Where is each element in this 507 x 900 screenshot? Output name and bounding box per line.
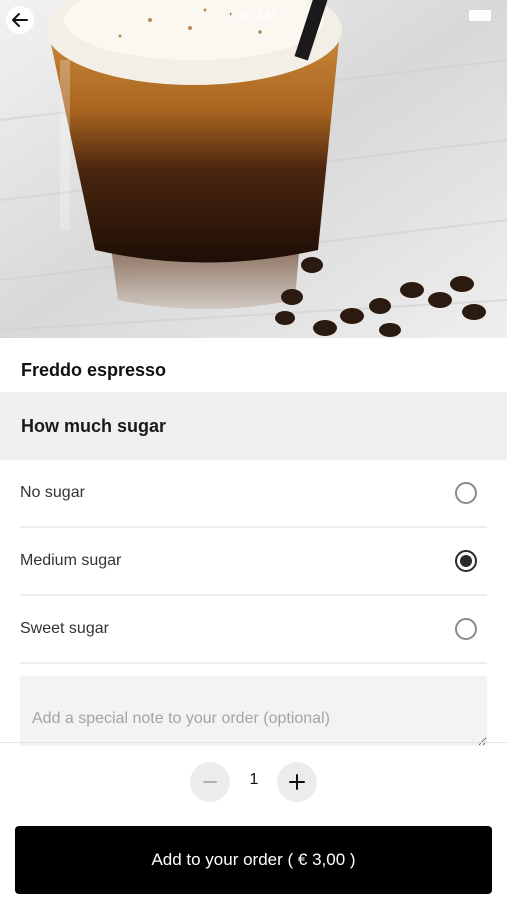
- option-medium-sugar[interactable]: Medium sugar: [20, 528, 487, 596]
- battery-icon: [469, 10, 491, 21]
- section-title: How much sugar: [21, 415, 167, 436]
- radio-checked-icon[interactable]: [455, 550, 477, 572]
- plus-icon: [289, 774, 305, 790]
- option-no-sugar[interactable]: No sugar: [20, 460, 487, 528]
- quantity-value: 1: [249, 771, 259, 788]
- product-title: Freddo espresso: [21, 360, 167, 380]
- option-sweet-sugar[interactable]: Sweet sugar: [20, 596, 487, 664]
- status-time: 9:45 AM: [228, 8, 276, 23]
- option-label: Sweet sugar: [20, 620, 109, 637]
- coffee-photo: [0, 0, 507, 338]
- special-note-input[interactable]: [20, 676, 487, 746]
- arrow-left-icon: [12, 13, 28, 27]
- back-button[interactable]: [6, 6, 34, 34]
- minus-icon: [203, 781, 217, 783]
- add-to-order-label: Add to your order ( € 3,00 ): [151, 850, 356, 869]
- quantity-stepper: 1: [0, 762, 507, 802]
- footer-divider: [0, 742, 507, 743]
- status-bar: 9:45 AM: [0, 6, 507, 26]
- decrease-quantity-button[interactable]: [190, 762, 230, 802]
- option-label: Medium sugar: [20, 552, 122, 569]
- sugar-section-header: How much sugar: [0, 392, 507, 460]
- sugar-options: No sugar Medium sugar Sweet sugar: [0, 460, 507, 664]
- add-to-order-button[interactable]: Add to your order ( € 3,00 ): [15, 826, 492, 894]
- increase-quantity-button[interactable]: [277, 762, 317, 802]
- product-image: 9:45 AM: [0, 0, 507, 338]
- radio-unchecked-icon[interactable]: [455, 618, 477, 640]
- option-label: No sugar: [20, 484, 85, 501]
- radio-unchecked-icon[interactable]: [455, 482, 477, 504]
